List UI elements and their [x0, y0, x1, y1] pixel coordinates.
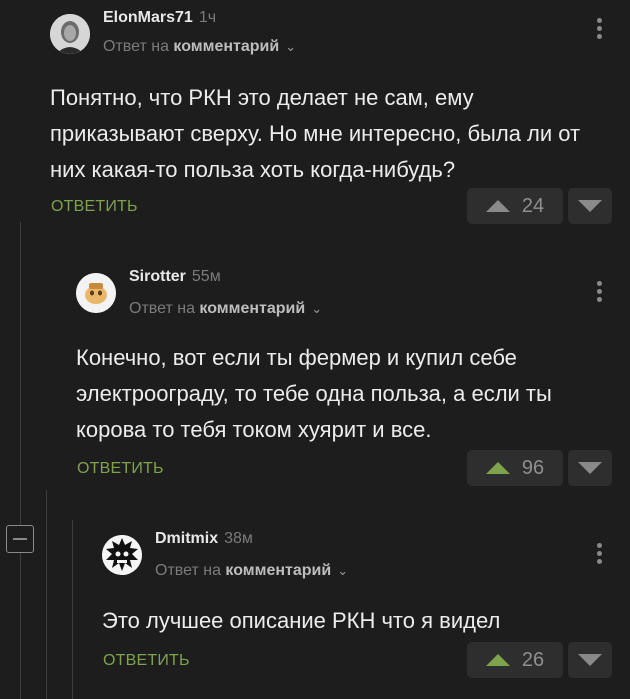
arrow-up-icon — [485, 462, 510, 474]
vote-score: 24 — [521, 194, 545, 217]
vote-score: 96 — [521, 456, 545, 479]
chevron-down-icon[interactable]: ⌄ — [311, 301, 322, 317]
author-name[interactable]: Sirotter 55м — [129, 268, 221, 286]
thread-line-level-2 — [46, 490, 47, 699]
avatar[interactable] — [76, 273, 116, 313]
arrow-up-icon — [485, 200, 510, 212]
avatar[interactable] — [50, 14, 90, 54]
arrow-down-icon — [578, 654, 602, 666]
upvote-button[interactable]: 24 — [467, 188, 563, 224]
reply-button[interactable]: ОТВЕТИТЬ — [77, 460, 164, 478]
reply-button[interactable]: ОТВЕТИТЬ — [51, 198, 138, 216]
timestamp: 1ч — [198, 9, 217, 26]
more-options-icon[interactable] — [597, 543, 603, 567]
arrow-up-icon — [485, 654, 510, 666]
comment-text: Это лучшее описание РКН что я видел — [102, 608, 501, 633]
timestamp: 38м — [224, 530, 253, 547]
reply-to-link[interactable]: Ответ на комментарий ⌄ — [155, 562, 348, 580]
upvote-button[interactable]: 96 — [467, 450, 563, 486]
thread-line-level-1 — [20, 222, 21, 699]
arrow-down-icon — [578, 200, 602, 212]
more-options-icon[interactable] — [597, 18, 603, 42]
vote-score: 26 — [521, 648, 545, 671]
comment-text: Понятно, что РКН это делает не сам, ему … — [50, 85, 581, 182]
more-options-icon[interactable] — [597, 281, 603, 305]
chevron-down-icon[interactable]: ⌄ — [337, 563, 348, 579]
collapse-thread-button[interactable] — [6, 525, 34, 553]
chevron-down-icon[interactable]: ⌄ — [285, 39, 296, 55]
avatar[interactable] — [102, 535, 142, 575]
author-name[interactable]: Dmitmix 38м — [155, 530, 253, 548]
comment-text: Конечно, вот если ты фермер и купил себе… — [76, 345, 552, 442]
downvote-button[interactable] — [568, 642, 612, 678]
upvote-button[interactable]: 26 — [467, 642, 563, 678]
reply-button[interactable]: ОТВЕТИТЬ — [103, 652, 190, 670]
arrow-down-icon — [578, 462, 602, 474]
reply-to-link[interactable]: Ответ на комментарий ⌄ — [103, 38, 296, 56]
author-name[interactable]: ElonMars71 1ч — [103, 9, 216, 27]
reply-to-link[interactable]: Ответ на комментарий ⌄ — [129, 300, 322, 318]
downvote-button[interactable] — [568, 188, 612, 224]
thread-line-level-3 — [72, 520, 73, 699]
timestamp: 55м — [191, 268, 221, 285]
downvote-button[interactable] — [568, 450, 612, 486]
